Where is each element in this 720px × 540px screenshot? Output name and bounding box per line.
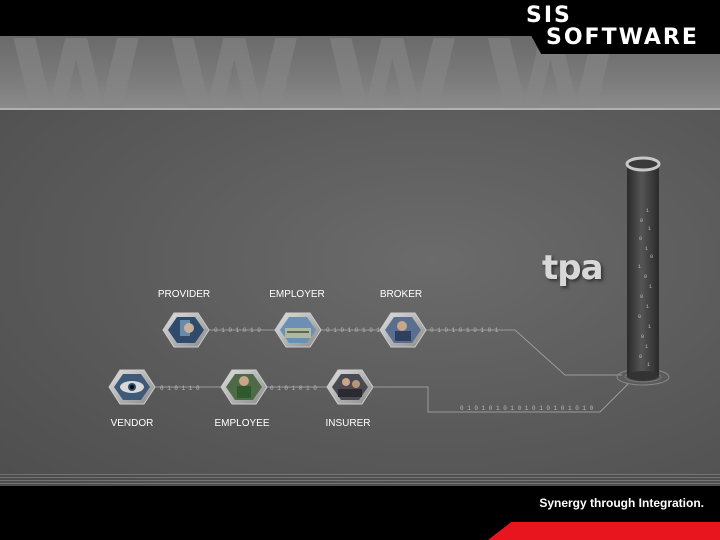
red-accent-corner (488, 522, 720, 540)
node-vendor (108, 369, 156, 405)
node-broker (379, 312, 427, 348)
svg-text:1: 1 (646, 304, 649, 310)
binary-stream: 0 1 0 1 0 1 0 (270, 385, 317, 392)
binary-stream: 0 1 0 1 0 1 0 1 0 1 (430, 327, 499, 334)
svg-text:1: 1 (647, 362, 650, 368)
logo-line-2: SOFTWARE (546, 25, 699, 50)
node-label-employee: EMPLOYEE (214, 418, 270, 429)
svg-text:0: 0 (640, 218, 643, 224)
svg-text:0: 0 (644, 274, 647, 280)
svg-text:1: 1 (649, 284, 652, 290)
product-label: tpa (542, 248, 604, 288)
node-employee (220, 369, 268, 405)
node-label-broker: BROKER (379, 289, 423, 300)
svg-text:1: 1 (648, 226, 651, 232)
svg-text:0: 0 (639, 236, 642, 242)
svg-text:1: 1 (646, 208, 649, 214)
logo-line-1: SIS (526, 3, 572, 28)
binary-stream: 0 1 0 1 1 0 (160, 385, 200, 392)
svg-text:0: 0 (641, 334, 644, 340)
node-provider (162, 312, 210, 348)
sis-software-logo: SIS SOFTWARE (512, 0, 720, 54)
network-diagram: 0 1 0 1 0 1 0 0 1 0 1 0 1 0 1 0 1 0 1 0 … (108, 156, 670, 413)
svg-text:0: 0 (639, 354, 642, 360)
binary-stream: 0 1 0 1 0 1 0 1 (326, 327, 380, 334)
slide: W W W W W W SIS SOFTWARE (0, 0, 720, 540)
svg-text:1: 1 (645, 246, 648, 252)
tagline: Synergy through Integration. (539, 496, 704, 510)
svg-text:0: 0 (640, 294, 643, 300)
node-insurer (326, 369, 374, 405)
node-label-provider: PROVIDER (157, 289, 211, 300)
svg-text:0: 0 (638, 314, 641, 320)
data-pipe-graphic: 101 010 101 010 101 01 (616, 156, 670, 386)
node-label-vendor: VENDOR (110, 418, 154, 429)
svg-text:1: 1 (645, 344, 648, 350)
svg-text:1: 1 (648, 324, 651, 330)
svg-text:0: 0 (650, 254, 653, 260)
footer-stripes (0, 474, 720, 486)
binary-stream: 0 1 0 1 0 1 0 1 0 1 0 1 0 1 0 1 0 1 0 (460, 405, 594, 412)
node-label-employer: EMPLOYER (269, 289, 325, 300)
svg-text:1: 1 (638, 264, 641, 270)
node-employer (274, 312, 322, 348)
node-label-insurer: INSURER (325, 418, 371, 429)
binary-stream: 0 1 0 1 0 1 0 (214, 327, 261, 334)
